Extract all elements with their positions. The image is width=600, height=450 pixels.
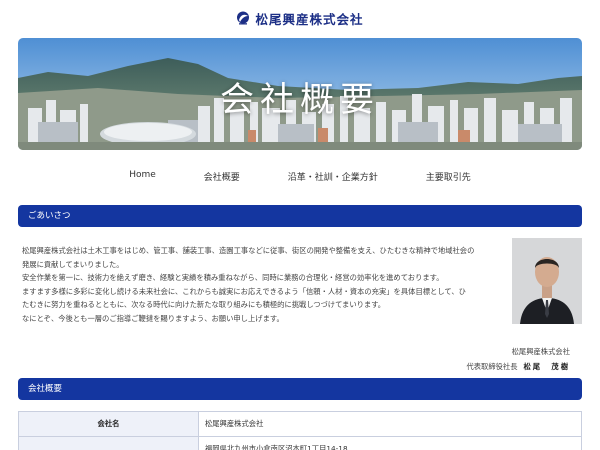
president-portrait <box>512 238 582 324</box>
site-header: 松尾興産株式会社 <box>0 0 600 36</box>
nav-item-company-profile[interactable]: 会社概要 <box>180 170 264 183</box>
company-info-table: 会社名 松尾興産株式会社 福岡県北九州市小倉南区沼本町1丁目14-18 <box>18 411 582 450</box>
main-nav: Home 会社概要 沿革・社訓・企業方針 主要取引先 <box>0 170 600 183</box>
greeting-line: なにとぞ、今後とも一層のご指導ご鞭撻を賜りますよう、お願い申し上げます。 <box>22 313 284 323</box>
signature-title: 代表取締役社長 <box>466 362 518 371</box>
greeting-message: 松尾興産株式会社は土木工事をはじめ、管工事、舗装工事、造園工事などに従事、街区の… <box>22 244 492 326</box>
company-logo-icon <box>236 11 250 25</box>
table-row-label: 会社名 <box>18 411 199 437</box>
signature-company: 松尾興産株式会社 <box>511 347 570 356</box>
company-logo[interactable]: 松尾興産株式会社 <box>236 9 363 28</box>
table-row: 会社名 松尾興産株式会社 <box>18 411 582 437</box>
greeting-line: 発展に貢献してまいりました。 <box>22 259 124 269</box>
signature-name: 松尾 茂樹 <box>523 362 570 371</box>
hero-title: 会社概要 <box>220 80 380 120</box>
greeting-line: 松尾興産株式会社は土木工事をはじめ、管工事、舗装工事、造園工事などに従事、街区の… <box>22 246 475 255</box>
nav-item-home[interactable]: Home <box>105 170 180 183</box>
greeting-section-header: ごあいさつ <box>18 205 582 227</box>
company-name: 松尾興産株式会社 <box>255 11 364 27</box>
signature-line: 代表取締役社長 松尾 茂樹 <box>466 359 570 374</box>
table-row-value: 松尾興産株式会社 <box>198 411 582 437</box>
greeting-line: ますます多様に多彩に変化し続ける未来社会に、これからも誠実にお応えできるよう「信… <box>22 286 466 296</box>
table-row-value: 福岡県北九州市小倉南区沼本町1丁目14-18 <box>198 436 582 450</box>
greeting-signature: 松尾興産株式会社 代表取締役社長 松尾 茂樹 <box>466 344 570 374</box>
hero-banner: 会社概要 <box>18 38 582 150</box>
table-row: 福岡県北九州市小倉南区沼本町1丁目14-18 <box>18 436 582 450</box>
greeting-line: たむきに努力を重ねるとともに、次なる時代に向けた新たな取り組みにも積極的に挑戦し… <box>22 300 386 310</box>
greeting-line: 安全作業を第一に、技術力を絶えず磨き、経験と実績を積み重ねながら、同時に業務の合… <box>22 273 444 283</box>
table-row-label <box>18 436 199 450</box>
overview-section-header: 会社概要 <box>18 378 582 400</box>
nav-item-history-policy[interactable]: 沿革・社訓・企業方針 <box>264 170 402 183</box>
nav-item-clients[interactable]: 主要取引先 <box>402 170 495 183</box>
